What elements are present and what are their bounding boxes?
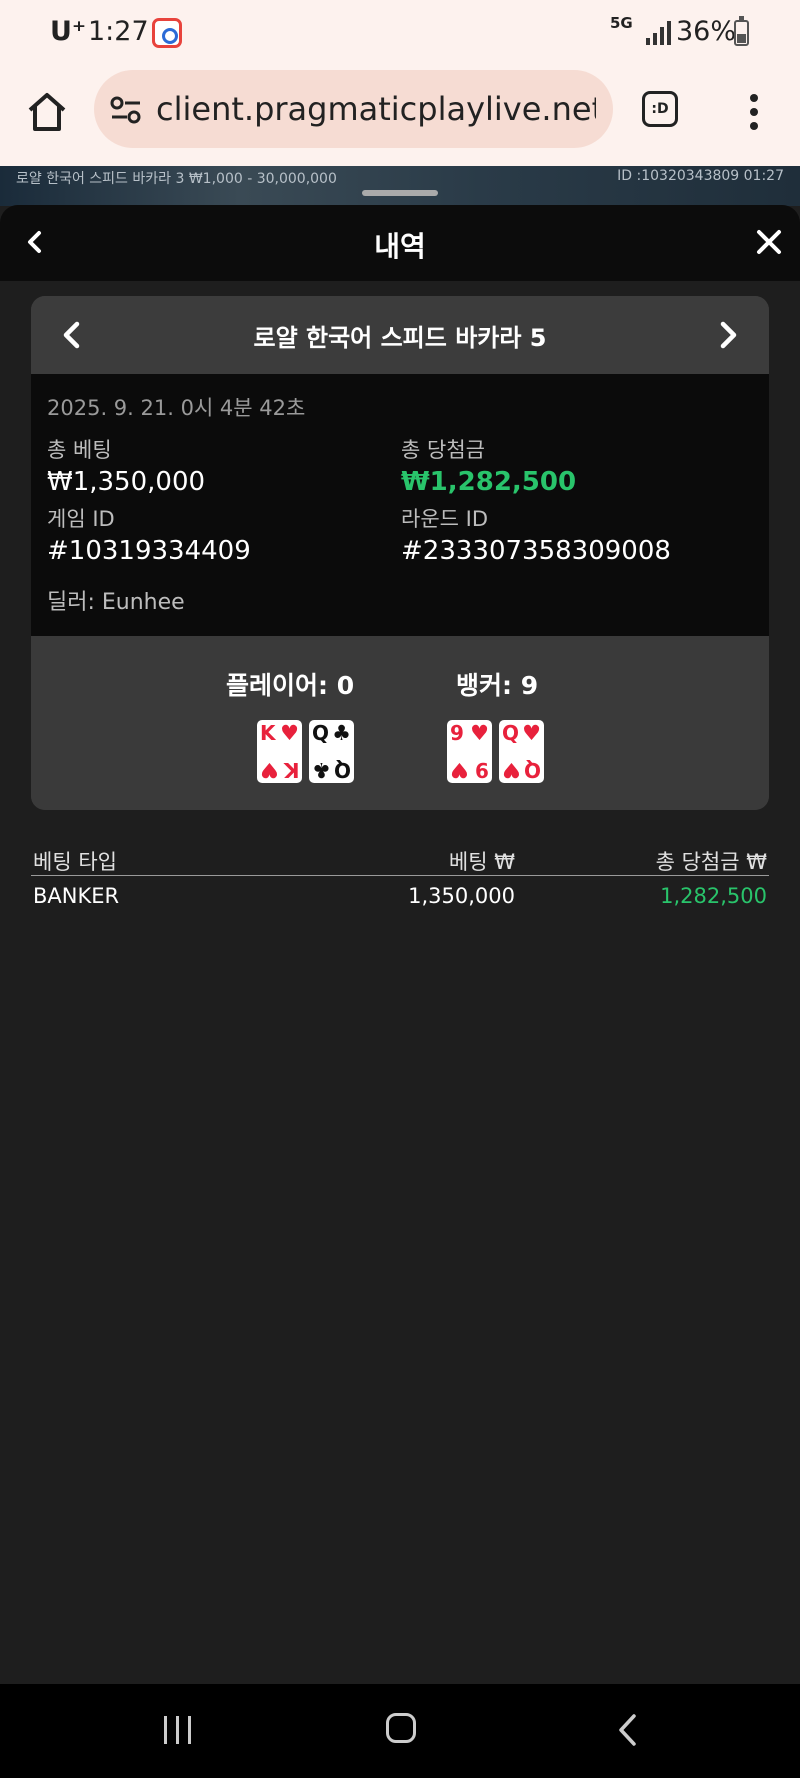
- url-text[interactable]: client.pragmaticplaylive.net/c: [156, 90, 596, 128]
- game-id-label: 게임 ID: [47, 507, 115, 531]
- total-bet-label: 총 베팅: [47, 438, 112, 462]
- battery-percent: 36%: [676, 16, 737, 47]
- total-bet-value: ₩1,350,000: [47, 467, 206, 497]
- player-card-2: Q ♣ ♣ Q: [309, 720, 354, 783]
- total-win-label: 총 당첨금: [401, 438, 485, 462]
- next-round-icon[interactable]: [711, 318, 745, 352]
- home-icon[interactable]: [26, 90, 68, 134]
- game-id-value: #10319334409: [47, 536, 251, 566]
- bet-amount-header: 베팅 ₩: [448, 850, 515, 874]
- more-menu-icon[interactable]: [742, 92, 766, 132]
- dealer-name: 딜러: Eunhee: [47, 590, 185, 615]
- total-win-value: ₩1,282,500: [401, 467, 577, 497]
- system-back-icon[interactable]: [616, 1712, 640, 1748]
- background-game-id: ID :10320343809 01:27: [617, 168, 784, 184]
- player-card-1: K ♥ ♥ K: [257, 720, 302, 783]
- bet-type-cell: BANKER: [33, 884, 120, 908]
- bet-amount-cell: 1,350,000: [408, 884, 515, 908]
- system-nav-bar: [0, 1684, 800, 1778]
- round-id-value: #233307358309008: [401, 536, 671, 566]
- bet-type-header: 베팅 타입: [33, 850, 117, 874]
- background-table-info: 로얄 한국어 스피드 바카라 3 ₩1,000 - 30,000,000: [16, 171, 337, 187]
- carrier-label: U⁺: [50, 16, 87, 47]
- round-info: 2025. 9. 21. 0시 4분 42초 총 베팅 ₩1,350,000 총…: [31, 374, 769, 636]
- sheet-header: 내역: [0, 205, 800, 281]
- round-detail-card: 로얄 한국어 스피드 바카라 5 2025. 9. 21. 0시 4분 42초 …: [31, 296, 769, 810]
- win-amount-cell: 1,282,500: [660, 884, 767, 908]
- location-app-icon: [152, 18, 182, 48]
- signal-icon: [644, 19, 672, 45]
- banker-card-1: 9 ♥ ♥ 9: [447, 720, 492, 783]
- background-game-view: 로얄 한국어 스피드 바카라 3 ₩1,000 - 30,000,000 ID …: [0, 166, 800, 206]
- round-result: 플레이어: 0 뱅커: 9 K ♥ ♥ K Q ♣ ♣ Q 9 ♥ ♥ 9 Q ♥ ♥ Q: [31, 636, 769, 810]
- home-button-icon[interactable]: [386, 1713, 416, 1743]
- table-row: BANKER 1,350,000 1,282,500: [31, 876, 769, 916]
- status-time: 1:27: [88, 16, 149, 47]
- player-score: 플레이어: 0: [226, 671, 355, 700]
- browser-toolbar: client.pragmaticplaylive.net/c :D: [0, 66, 800, 166]
- win-amount-header: 총 당첨금 ₩: [655, 850, 767, 874]
- history-sheet: 내역 로얄 한국어 스피드 바카라 5 2025. 9. 21. 0시 4분 4…: [0, 205, 800, 1684]
- table-name: 로얄 한국어 스피드 바카라 5: [253, 324, 547, 352]
- banker-card-2: Q ♥ ♥ Q: [499, 720, 544, 783]
- sheet-title: 내역: [374, 230, 426, 263]
- status-bar: U⁺ 1:27 5G 36%: [0, 0, 800, 66]
- banker-score: 뱅커: 9: [456, 671, 539, 700]
- close-icon[interactable]: [754, 227, 784, 257]
- sheet-drag-handle[interactable]: [362, 190, 438, 196]
- network-5g-icon: 5G: [610, 14, 633, 32]
- recent-apps-icon[interactable]: [164, 1716, 192, 1744]
- round-id-label: 라운드 ID: [401, 507, 488, 531]
- tab-switcher-button[interactable]: :D: [642, 91, 678, 127]
- bets-table-header: 베팅 타입 베팅 ₩ 총 당첨금 ₩: [31, 842, 769, 876]
- table-navigator: 로얄 한국어 스피드 바카라 5: [31, 296, 769, 374]
- round-datetime: 2025. 9. 21. 0시 4분 42초: [47, 396, 306, 420]
- bets-table: 베팅 타입 베팅 ₩ 총 당첨금 ₩ BANKER 1,350,000 1,28…: [31, 842, 769, 916]
- address-bar[interactable]: client.pragmaticplaylive.net/c: [94, 70, 613, 148]
- site-settings-icon[interactable]: [110, 96, 142, 124]
- battery-icon: [734, 16, 749, 46]
